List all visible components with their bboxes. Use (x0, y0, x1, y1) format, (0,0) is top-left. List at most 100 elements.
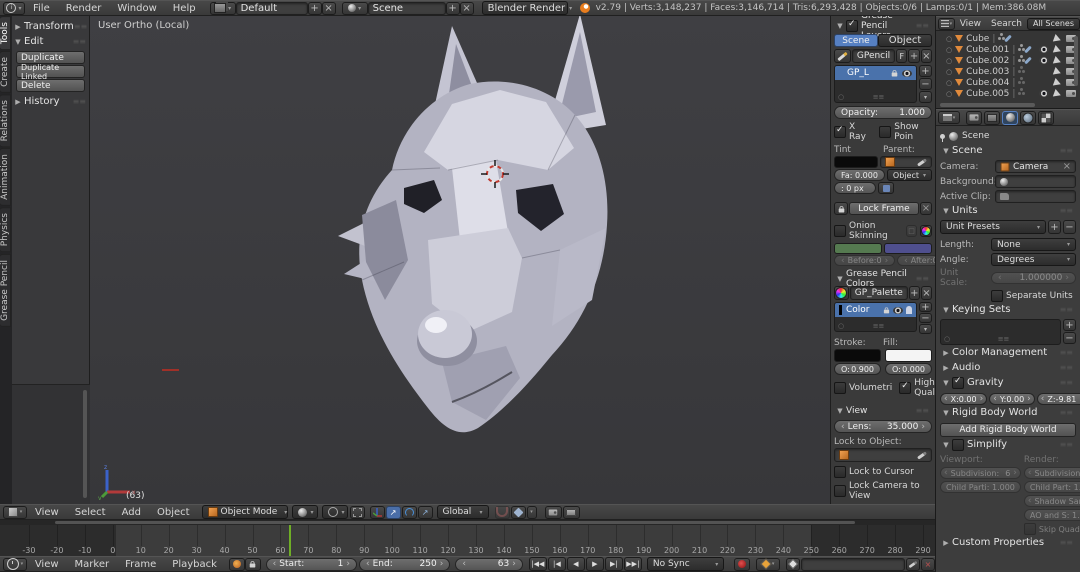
resize-grip-icon[interactable]: ≡≡ (998, 335, 1010, 343)
wolf-head-model[interactable] (90, 16, 830, 504)
keying-sets-list[interactable]: ○≡≡ (940, 319, 1061, 345)
object-name[interactable]: Cube.001 (966, 45, 1009, 55)
toolshelf-tab-create[interactable]: Create (0, 51, 11, 93)
separate-units-checkbox[interactable] (991, 290, 1003, 302)
lock-to-cursor-checkbox[interactable] (834, 466, 846, 478)
lock-icon[interactable] (884, 310, 889, 314)
jump-to-start-button[interactable]: |◀◀ (529, 557, 547, 571)
angle-dropdown[interactable]: Degrees▾ (991, 253, 1076, 266)
palette-name-field[interactable]: GP_Palette (850, 286, 908, 300)
new-palette-button[interactable]: + (909, 286, 920, 300)
filter-icon[interactable]: ○ (838, 322, 844, 330)
add-preset-button[interactable]: + (1048, 220, 1061, 234)
eye-icon[interactable] (1039, 46, 1049, 53)
timeline-editor-button[interactable]: ▾ (3, 558, 27, 571)
simplify-render-subdivision-field[interactable]: Subdivision:6 (1024, 467, 1080, 479)
gp-layers-panel-header[interactable]: ▼ Grease Pencil Layers (834, 18, 932, 33)
opengl-render-anim-button[interactable] (563, 506, 580, 519)
palette-icon-button[interactable] (834, 286, 849, 300)
onion-frame-button[interactable]: □ (906, 225, 917, 237)
toolshelf-tab-animation[interactable]: Animation (0, 148, 11, 206)
gravity-y-field[interactable]: Y:0.00 (989, 393, 1035, 405)
lens-field[interactable]: Lens:35.000 (834, 420, 932, 433)
timeline-menu-playback[interactable]: Playback (164, 559, 225, 570)
gravity-panel-header[interactable]: ▼ Gravity (940, 375, 1076, 390)
properties-tab-render-layers[interactable] (984, 111, 1000, 125)
snap-options-button[interactable]: ▾ (527, 506, 537, 519)
expand-dot-icon[interactable]: ○ (946, 79, 952, 87)
edit-panel-header[interactable]: ▼ Edit (12, 34, 89, 49)
timeline-menu-frame[interactable]: Frame (117, 559, 164, 570)
outliner-hscrollbar[interactable] (940, 103, 1035, 107)
lock-time-button[interactable] (245, 558, 261, 571)
outliner-menu-view[interactable]: View (955, 19, 986, 29)
unlink-palette-button[interactable]: × (921, 286, 932, 300)
toolshelf-scrollbar[interactable] (83, 390, 87, 498)
parent-type-dropdown[interactable]: Object▾ (887, 169, 932, 181)
onion-after-color-swatch[interactable] (884, 243, 932, 254)
simplify-panel-header[interactable]: ▼ Simplify (940, 437, 1076, 452)
gp-colors-panel-header[interactable]: ▼ Grease Pencil Colors (834, 271, 932, 286)
close-scene-button[interactable]: × (460, 2, 474, 15)
timeline-menu-marker[interactable]: Marker (67, 559, 118, 570)
keying-set-icon-button[interactable] (786, 558, 800, 571)
fill-color-swatch[interactable] (885, 349, 932, 362)
resize-grip-icon[interactable]: ≡≡ (873, 93, 885, 101)
simplify-vp-child-particles-field[interactable]: Child Parti: 1.000 (940, 481, 1021, 493)
remove-preset-button[interactable]: − (1063, 220, 1076, 234)
render-engine-dropdown[interactable]: Blender Render▾ (482, 1, 568, 15)
audio-panel-header[interactable]: ▶ Audio (940, 360, 1076, 375)
thickness-field[interactable]: : 0 px (834, 182, 876, 194)
shading-dropdown[interactable]: ▾ (292, 505, 318, 519)
gp-tab-scene[interactable]: Scene (834, 34, 878, 47)
snap-element-button[interactable] (511, 506, 526, 519)
outliner-row[interactable]: ○ Cube.003| (936, 66, 1080, 77)
fill-opacity-field[interactable]: O:0.000 (885, 363, 932, 375)
stroke-opacity-field[interactable]: O:0.900 (834, 363, 881, 375)
preview-range-button[interactable] (229, 558, 245, 571)
manipulator-rotate-button[interactable] (402, 506, 417, 519)
gp-datablock-icon-button[interactable] (834, 49, 851, 63)
play-button[interactable]: ▶ (586, 557, 604, 571)
delete-keyframes-button[interactable]: × (921, 558, 935, 571)
properties-tab-scene[interactable] (1002, 111, 1018, 125)
toolshelf-tab-grease-pencil[interactable]: Grease Pencil (0, 254, 11, 327)
viewport-3d[interactable]: User Ortho (Local) (90, 16, 830, 504)
add-keying-set-button[interactable]: + (1063, 319, 1076, 331)
thickness-option-button[interactable] (878, 182, 894, 194)
filter-icon[interactable]: ○ (838, 93, 844, 101)
remove-keying-set-button[interactable]: − (1063, 332, 1076, 344)
object-name[interactable]: Cube.003 (966, 67, 1009, 77)
onion-color-button[interactable] (920, 225, 932, 237)
toolshelf-tab-physics[interactable]: Physics (0, 207, 11, 252)
frame-start-field[interactable]: Start:1 (266, 558, 357, 571)
eye-icon[interactable] (902, 70, 912, 77)
expand-dot-icon[interactable]: ○ (946, 68, 952, 76)
remove-layer-button[interactable]: − (919, 78, 932, 90)
outliner-display-dropdown[interactable]: All Scenes (1027, 18, 1080, 30)
active-keying-set-field[interactable] (801, 558, 905, 571)
outliner-row[interactable]: ○ Cube.004| (936, 77, 1080, 88)
onion-before-field[interactable]: Before:0 (834, 255, 895, 266)
length-dropdown[interactable]: None▾ (991, 238, 1076, 251)
screen-layout-icon-button[interactable]: ▾ (210, 2, 236, 15)
eye-icon[interactable] (1039, 57, 1049, 64)
gravity-z-field[interactable]: Z:-9.81 (1037, 393, 1080, 405)
gp-layer-row[interactable]: GP_L (835, 66, 916, 80)
gp-layers-enable-checkbox[interactable] (846, 20, 858, 32)
outliner-row[interactable]: ○ Cube| (936, 33, 1080, 44)
color-management-panel-header[interactable]: ▶ Color Management (940, 345, 1076, 360)
outliner-editor-button[interactable]: ▾ (938, 18, 955, 30)
selectable-arrow-icon[interactable] (1053, 67, 1062, 77)
eye-icon[interactable] (1039, 90, 1049, 97)
layer-specials-button[interactable]: ▾ (919, 91, 932, 103)
frame-end-field[interactable]: End:250 (359, 558, 450, 571)
sync-dropdown[interactable]: No Sync▾ (647, 557, 724, 571)
close-icon[interactable]: × (920, 202, 932, 215)
onion-after-field[interactable]: After:0 (897, 255, 935, 266)
simplify-vp-subdivision-field[interactable]: Subdivision:6 (940, 467, 1021, 479)
timeline-canvas[interactable]: -30-20-100102030405060708090100110120130… (0, 525, 935, 556)
scene-name-field[interactable]: Scene (368, 2, 446, 15)
manipulator-translate-button[interactable]: ↗ (386, 506, 401, 519)
unit-scale-field[interactable]: 1.000000 (991, 272, 1076, 284)
